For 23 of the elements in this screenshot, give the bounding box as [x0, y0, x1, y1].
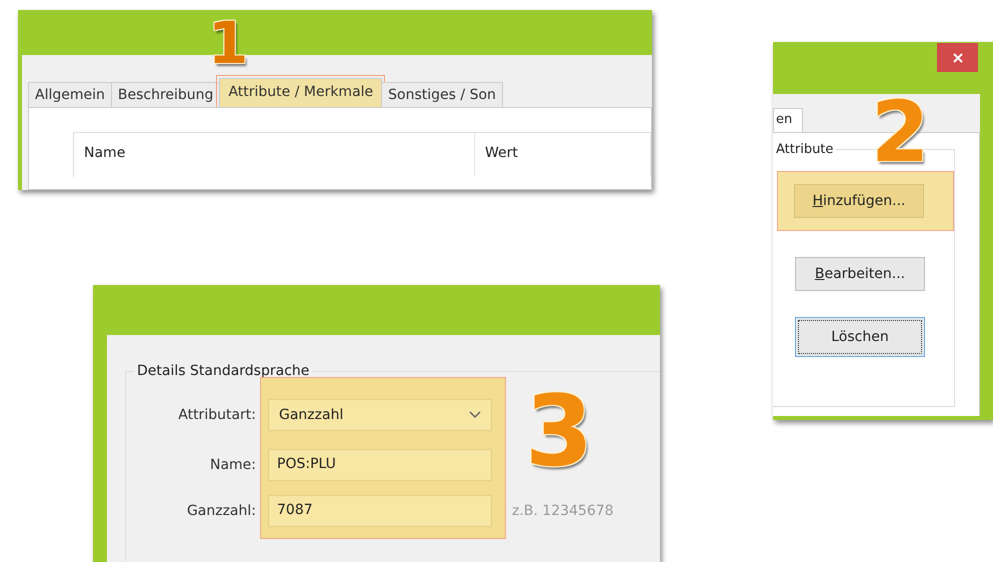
- field-label: Attributart:: [177, 407, 257, 423]
- chevron-down-icon: [469, 411, 481, 419]
- hint-text: z.B. 12345678: [511, 503, 615, 519]
- group-title: Details Standardsprache: [136, 363, 310, 379]
- action-button[interactable]: Bearbeiten...: [795, 257, 925, 291]
- input-field[interactable]: 7087: [268, 495, 492, 527]
- action-button[interactable]: Löschen: [795, 317, 925, 357]
- input-field[interactable]: POS:PLU: [268, 449, 492, 481]
- close-icon: [952, 52, 962, 62]
- tab[interactable]: Sonstiges / Son: [381, 82, 503, 107]
- tab[interactable]: Attribute / Merkmale: [219, 78, 382, 107]
- step-number: 2: [871, 90, 930, 174]
- close-button[interactable]: [937, 43, 978, 72]
- step-number: 3: [525, 383, 594, 481]
- dropdown[interactable]: Ganzzahl: [268, 399, 492, 431]
- column-header[interactable]: Wert: [475, 133, 651, 177]
- field-label: Ganzzahl:: [186, 503, 257, 519]
- tab[interactable]: Beschreibung: [110, 82, 220, 107]
- column-header[interactable]: Name: [74, 133, 475, 177]
- tab[interactable]: en: [773, 108, 803, 132]
- field-label: Name:: [208, 457, 257, 473]
- action-button[interactable]: Hinzufügen...: [794, 184, 924, 218]
- tab[interactable]: Allgemein: [28, 82, 112, 107]
